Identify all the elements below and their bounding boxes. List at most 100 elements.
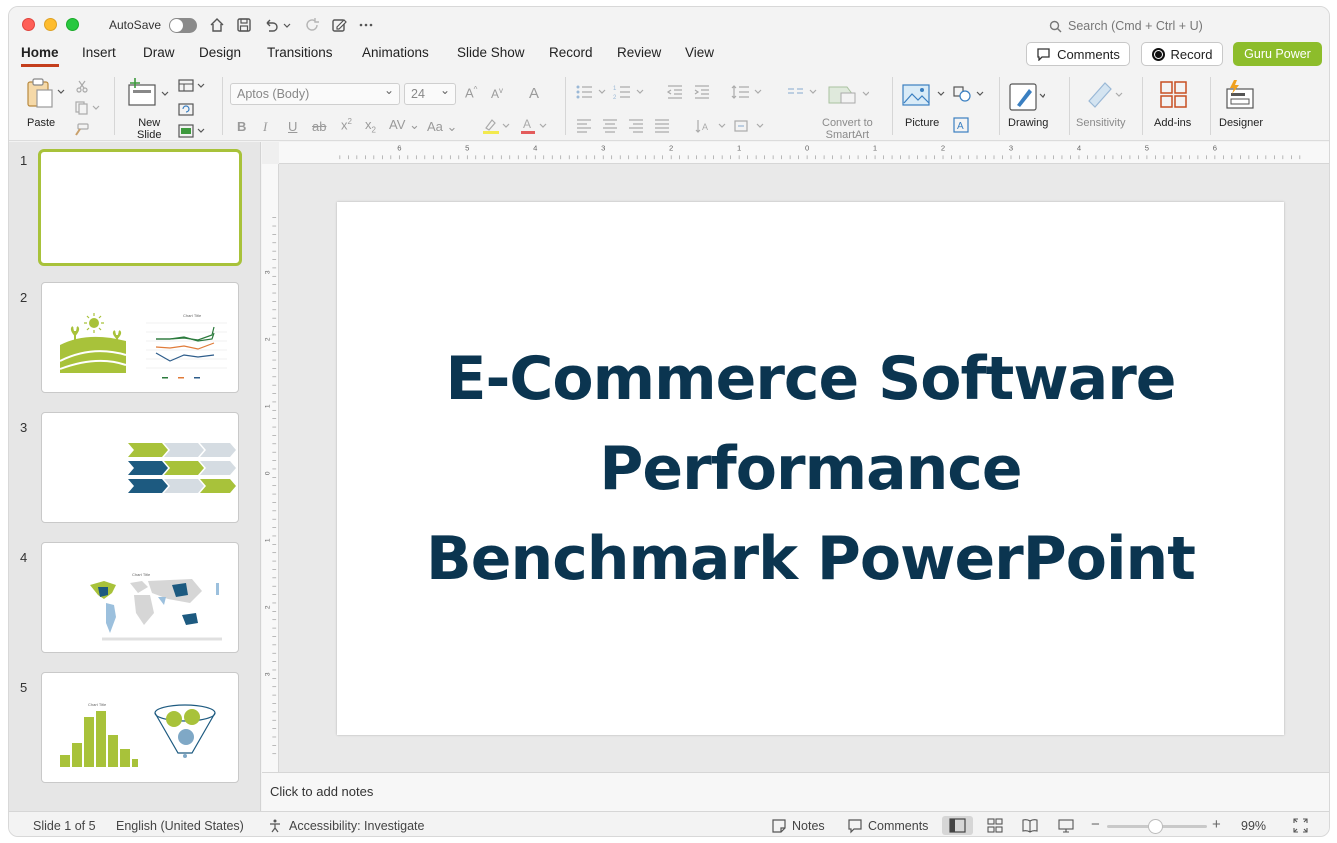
save-icon[interactable] — [235, 16, 253, 34]
tab-review[interactable]: Review — [617, 45, 661, 64]
tab-draw[interactable]: Draw — [143, 45, 175, 64]
comments-toggle-label[interactable]: Comments — [868, 819, 928, 833]
align-center-icon[interactable] — [601, 118, 619, 134]
numbering-icon[interactable]: 12 — [613, 84, 647, 100]
more-icon[interactable] — [357, 16, 375, 34]
add-ins-icon[interactable] — [1159, 80, 1189, 110]
undo-dropdown-icon[interactable] — [282, 16, 292, 34]
align-right-icon[interactable] — [627, 118, 645, 134]
notes-toggle-label[interactable]: Notes — [792, 819, 825, 833]
superscript-icon[interactable]: x2 — [341, 117, 352, 132]
tab-slide-show[interactable]: Slide Show — [457, 45, 525, 64]
slide-2-preview: Chart Title — [59, 313, 227, 379]
copy-icon[interactable] — [75, 101, 101, 115]
tab-record[interactable]: Record — [549, 45, 593, 64]
customize-icon[interactable] — [330, 16, 348, 34]
convert-smartart-icon[interactable] — [827, 83, 869, 107]
line-spacing-icon[interactable] — [731, 84, 765, 100]
bold-icon[interactable]: B — [237, 119, 246, 134]
guru-power-button[interactable]: Guru Power — [1233, 42, 1322, 66]
columns-icon[interactable] — [786, 84, 820, 100]
picture-dropdown-icon[interactable] — [937, 91, 945, 97]
font-color-icon[interactable]: A — [519, 116, 549, 136]
increase-indent-icon[interactable] — [693, 84, 711, 100]
underline-icon[interactable]: U — [288, 119, 297, 134]
maximize-window-button[interactable] — [66, 18, 79, 31]
section-icon[interactable] — [178, 124, 208, 138]
notes-pane[interactable]: Click to add notes — [262, 772, 1329, 811]
text-direction-icon[interactable]: A — [695, 118, 729, 134]
slide-thumbnail-1[interactable] — [38, 149, 242, 266]
decrease-font-icon[interactable]: Av — [491, 86, 503, 101]
comments-status-icon[interactable] — [847, 818, 863, 834]
cut-icon[interactable] — [75, 79, 89, 93]
justify-icon[interactable] — [653, 118, 671, 134]
reset-slide-icon[interactable] — [178, 102, 194, 116]
tab-home[interactable]: Home — [21, 45, 59, 67]
clear-formatting-icon[interactable]: A — [529, 85, 539, 102]
character-spacing-icon[interactable]: AV ⌄ — [389, 117, 420, 133]
record-button[interactable]: Record — [1141, 42, 1223, 66]
slide-canvas[interactable]: E-Commerce Software Performance Benchmar… — [337, 202, 1284, 735]
tab-transitions[interactable]: Transitions — [267, 45, 333, 64]
accessibility-icon[interactable] — [267, 818, 283, 834]
language-indicator[interactable]: English (United States) — [116, 819, 244, 833]
slide-5-chart-title: Chart Title — [88, 702, 107, 707]
tab-view[interactable]: View — [685, 45, 714, 64]
increase-font-icon[interactable]: A^ — [465, 85, 477, 100]
comments-button[interactable]: Comments — [1026, 42, 1130, 66]
slide-thumbnail-4[interactable]: Chart Title — [41, 542, 239, 653]
tab-animations[interactable]: Animations — [362, 45, 429, 64]
paste-dropdown-icon[interactable] — [57, 89, 65, 95]
close-window-button[interactable] — [22, 18, 35, 31]
slide-thumbnail-2[interactable]: Chart Title — [41, 282, 239, 393]
zoom-slider-thumb[interactable] — [1148, 819, 1163, 834]
layout-icon[interactable] — [178, 79, 208, 93]
align-left-icon[interactable] — [575, 118, 593, 134]
accessibility-status[interactable]: Accessibility: Investigate — [289, 819, 424, 833]
format-painter-icon[interactable] — [73, 123, 89, 137]
bullets-icon[interactable] — [575, 84, 609, 100]
redo-icon[interactable] — [303, 16, 321, 34]
tab-design[interactable]: Design — [199, 45, 241, 64]
subscript-icon[interactable]: x2 — [365, 117, 376, 135]
fit-to-window-icon[interactable] — [1292, 817, 1309, 834]
new-slide-dropdown-icon[interactable] — [161, 91, 169, 97]
ruler-h-label: 2 — [669, 144, 673, 153]
home-icon[interactable] — [208, 16, 226, 34]
italic-icon[interactable]: I — [263, 119, 267, 135]
paste-icon[interactable] — [25, 77, 55, 109]
strikethrough-icon[interactable]: ab — [312, 119, 326, 134]
ruler-h-label: 6 — [397, 144, 401, 153]
zoom-out-icon[interactable]: − — [1091, 816, 1100, 833]
align-text-icon[interactable] — [733, 118, 767, 134]
slide-sorter-icon[interactable] — [986, 817, 1004, 834]
drawing-icon[interactable] — [1009, 81, 1045, 113]
font-size-select[interactable]: 24 — [404, 83, 456, 105]
text-box-icon[interactable]: A — [953, 117, 969, 133]
font-name-select[interactable]: Aptos (Body) — [230, 83, 400, 105]
slide-thumbnail-3[interactable] — [41, 412, 239, 523]
notes-icon[interactable] — [771, 818, 787, 834]
sensitivity-icon[interactable] — [1085, 79, 1125, 109]
slide-title[interactable]: E-Commerce Software Performance Benchmar… — [426, 334, 1196, 604]
change-case-icon[interactable]: Aa ⌄ — [427, 119, 457, 135]
autosave-toggle[interactable] — [169, 18, 197, 33]
new-slide-icon[interactable] — [127, 77, 157, 107]
zoom-level[interactable]: 99% — [1241, 819, 1266, 833]
thumbnail-number: 5 — [20, 680, 28, 695]
undo-icon[interactable] — [262, 16, 280, 34]
designer-icon[interactable] — [1224, 79, 1256, 111]
highlight-icon[interactable] — [481, 116, 511, 136]
slideshow-icon[interactable] — [1057, 817, 1075, 834]
zoom-in-icon[interactable]: + — [1212, 816, 1221, 833]
tab-insert[interactable]: Insert — [82, 45, 116, 64]
shapes-icon[interactable] — [953, 85, 985, 103]
slide-thumbnail-5[interactable]: Chart Title — [41, 672, 239, 783]
minimize-window-button[interactable] — [44, 18, 57, 31]
search-box[interactable]: Search (Cmd + Ctrl + U) — [1049, 19, 1203, 33]
decrease-indent-icon[interactable] — [666, 84, 684, 100]
picture-icon[interactable] — [902, 83, 932, 107]
reading-view-icon[interactable] — [1021, 817, 1039, 834]
normal-view-button[interactable] — [942, 816, 973, 835]
